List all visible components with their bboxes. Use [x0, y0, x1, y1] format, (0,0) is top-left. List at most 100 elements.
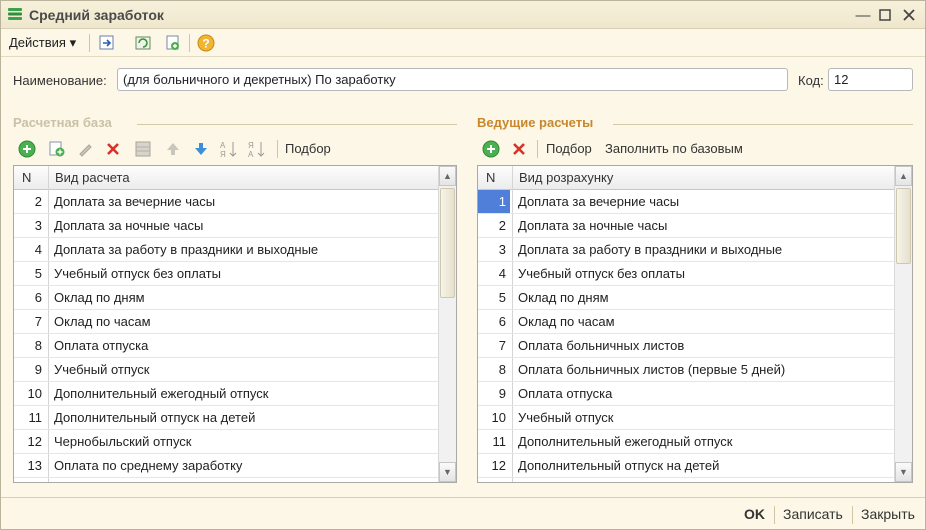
- toolbar-separator: [189, 34, 190, 52]
- table-row[interactable]: 10 Дополнительный ежегодный отпуск: [14, 382, 438, 406]
- row-calc-type: Оплата по среднему заработку: [54, 458, 243, 473]
- edit-icon[interactable]: [75, 139, 95, 159]
- right-pick-button[interactable]: Подбор: [546, 141, 592, 156]
- table-row[interactable]: 11 Дополнительный ежегодный отпуск: [478, 430, 894, 454]
- table-header: N Вид розрахунку: [478, 166, 894, 190]
- table-row[interactable]: 4 Доплата за работу в праздники и выходны…: [14, 238, 438, 262]
- scroll-down-icon[interactable]: ▼: [895, 462, 912, 482]
- column-header-name[interactable]: Вид расчета: [55, 170, 130, 185]
- table-row[interactable]: 6 Оклад по часам: [478, 310, 894, 334]
- row-calc-type: Доплата за ночные часы: [54, 218, 204, 233]
- table-row[interactable]: 4 Учебный отпуск без оплаты: [478, 262, 894, 286]
- toolbar-separator: [277, 140, 278, 158]
- add-copy-icon[interactable]: [47, 139, 67, 159]
- code-label: Код:: [798, 73, 824, 88]
- scroll-thumb[interactable]: [896, 188, 911, 264]
- row-calc-type: Доплата за ночные часы: [518, 218, 668, 233]
- refresh-icon[interactable]: [133, 33, 153, 53]
- code-field[interactable]: 12: [828, 68, 913, 91]
- actions-menu[interactable]: Действия ▾: [9, 35, 76, 51]
- delete-icon[interactable]: [103, 139, 123, 159]
- row-number: 6: [34, 290, 42, 305]
- row-calc-type: Оплата больничных листов (первые 5 дней): [518, 362, 786, 377]
- row-calc-type: Оплата отпуска: [518, 386, 613, 401]
- table-row[interactable]: 10 Учебный отпуск: [478, 406, 894, 430]
- table-row[interactable]: 12 Дополнительный отпуск на детей: [478, 454, 894, 478]
- column-header-name[interactable]: Вид розрахунку: [519, 170, 613, 185]
- table-row[interactable]: 9 Оплата отпуска: [478, 382, 894, 406]
- arrow-up-icon[interactable]: [163, 139, 183, 159]
- row-number: 7: [34, 314, 42, 329]
- row-calc-type: Дополнительный ежегодный отпуск: [518, 434, 733, 449]
- save-button[interactable]: Записать: [783, 506, 843, 522]
- close-icon[interactable]: [899, 5, 919, 25]
- row-number: 9: [498, 386, 506, 401]
- row-number: 12: [27, 434, 42, 449]
- name-field[interactable]: (для больничного и декретных) По заработ…: [117, 68, 788, 91]
- row-number: 10: [27, 386, 42, 401]
- table-row[interactable]: 12 Чернобыльский отпуск: [14, 430, 438, 454]
- scroll-up-icon[interactable]: ▲: [439, 166, 456, 186]
- right-scrollbar[interactable]: ▲ ▼: [894, 166, 912, 482]
- row-calc-type: Доплата за вечерние часы: [54, 194, 216, 209]
- left-toolbar: AЯ ЯA Подбор: [13, 137, 457, 161]
- table-row[interactable]: 5 Учебный отпуск без оплаты: [14, 262, 438, 286]
- table-row[interactable]: 3 Доплата за работу в праздники и выходны…: [478, 238, 894, 262]
- row-calc-type: Оклад по часам: [518, 314, 615, 329]
- row-number: 13: [27, 458, 42, 473]
- row-number: 2: [34, 194, 42, 209]
- sort-asc-icon[interactable]: AЯ: [219, 139, 239, 159]
- right-section-title: Ведущие расчеты: [477, 115, 594, 130]
- arrow-down-icon[interactable]: [191, 139, 211, 159]
- table-row[interactable]: 5 Оклад по дням: [478, 286, 894, 310]
- table-row[interactable]: 13 Оплата по среднему заработку: [14, 454, 438, 478]
- scroll-up-icon[interactable]: ▲: [895, 166, 912, 186]
- title-bar[interactable]: Средний заработок —: [1, 1, 925, 29]
- left-section-title: Расчетная база: [13, 115, 112, 130]
- close-button[interactable]: Закрыть: [861, 506, 915, 522]
- move-to-icon[interactable]: [97, 33, 117, 53]
- table-row[interactable]: 8 Оплата больничных листов (первые 5 дней…: [478, 358, 894, 382]
- column-header-n[interactable]: N: [22, 170, 31, 185]
- row-number: 1: [478, 190, 510, 213]
- toolbar-separator: [537, 140, 538, 158]
- table-row[interactable]: 6 Оклад по дням: [14, 286, 438, 310]
- table-row[interactable]: 3 Доплата за ночные часы: [14, 214, 438, 238]
- sort-desc-icon[interactable]: ЯA: [247, 139, 267, 159]
- minimize-icon[interactable]: —: [853, 5, 873, 25]
- left-pick-button[interactable]: Подбор: [285, 141, 331, 156]
- table-settings-icon[interactable]: [133, 139, 153, 159]
- left-scrollbar[interactable]: ▲ ▼: [438, 166, 456, 482]
- row-calc-type: Учебный отпуск: [518, 410, 614, 425]
- window-title: Средний заработок: [29, 7, 164, 23]
- delete-icon[interactable]: [509, 139, 529, 159]
- row-number: 8: [498, 362, 506, 377]
- table-row[interactable]: 11 Дополнительный отпуск на детей: [14, 406, 438, 430]
- add-icon[interactable]: [17, 139, 37, 159]
- maximize-icon[interactable]: [875, 5, 895, 25]
- row-number: 3: [34, 218, 42, 233]
- table-row[interactable]: 9 Учебный отпуск: [14, 358, 438, 382]
- ok-button[interactable]: OK: [744, 506, 765, 522]
- svg-text:A: A: [248, 150, 254, 159]
- row-number: 2: [498, 218, 506, 233]
- row-number: 11: [492, 434, 507, 449]
- row-number: 11: [28, 410, 43, 425]
- copy-icon[interactable]: [163, 33, 183, 53]
- scroll-thumb[interactable]: [440, 188, 455, 298]
- table-row[interactable]: 2 Доплата за ночные часы: [478, 214, 894, 238]
- table-row[interactable]: 7 Оплата больничных листов: [478, 334, 894, 358]
- help-icon[interactable]: ?: [196, 33, 216, 53]
- add-icon[interactable]: [481, 139, 501, 159]
- scroll-down-icon[interactable]: ▼: [439, 462, 456, 482]
- row-calc-type: Оплата отпуска: [54, 338, 149, 353]
- table-row[interactable]: 1 Доплата за вечерние часы: [478, 190, 894, 214]
- row-calc-type: Доплата за вечерние часы: [518, 194, 680, 209]
- row-calc-type: Чернобыльский отпуск: [54, 434, 192, 449]
- fill-by-base-button[interactable]: Заполнить по базовым: [605, 141, 743, 156]
- window-logo-icon: [7, 7, 23, 21]
- column-header-n[interactable]: N: [486, 170, 495, 185]
- table-row[interactable]: 2 Доплата за вечерние часы: [14, 190, 438, 214]
- table-row[interactable]: 8 Оплата отпуска: [14, 334, 438, 358]
- table-row[interactable]: 7 Оклад по часам: [14, 310, 438, 334]
